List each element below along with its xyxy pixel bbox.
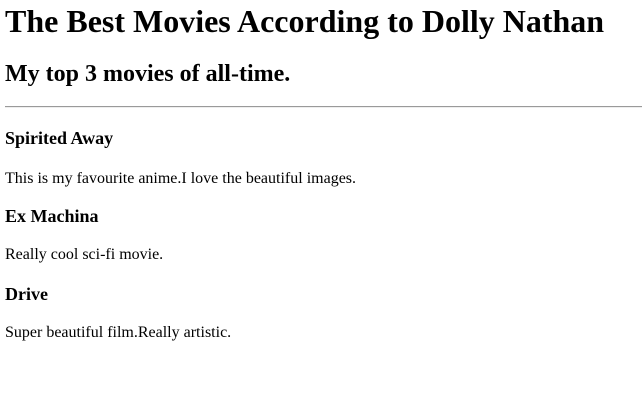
movie-description-drive: Super beautiful film.Really artistic. [5,324,232,341]
movie-title-drive: Drive [5,284,48,304]
movie-description-spirited-away: This is my favourite anime.I love the be… [5,170,357,187]
divider [5,106,642,108]
movie-title-ex-machina: Ex Machina [5,206,99,226]
movie-description-ex-machina: Really cool sci-fi movie. [5,246,164,263]
movie-title-spirited-away: Spirited Away [5,128,114,148]
page-title: The Best Movies According to Dolly Natha… [5,3,605,39]
page-subtitle: My top 3 movies of all-time. [5,61,291,87]
